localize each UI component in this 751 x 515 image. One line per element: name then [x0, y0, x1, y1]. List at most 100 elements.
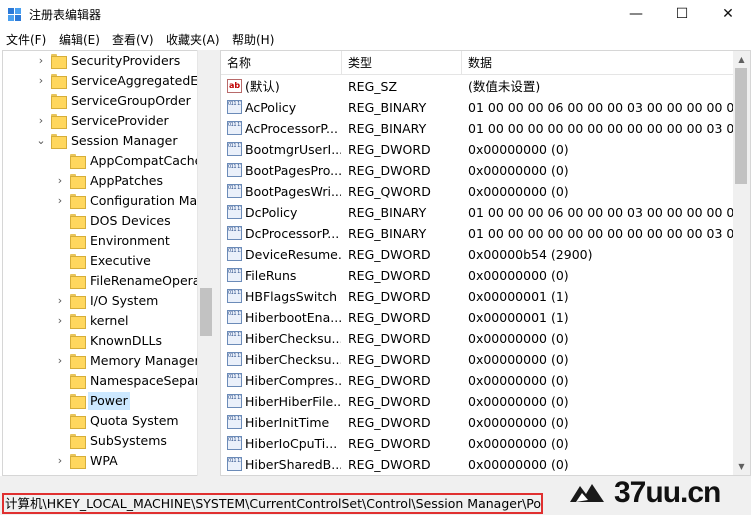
value-name[interactable]: DcProcessorP...: [245, 223, 341, 244]
expand-chevron-icon[interactable]: ›: [54, 174, 66, 188]
tree-item-label[interactable]: ServiceProvider: [69, 112, 171, 130]
tree-item-label[interactable]: DOS Devices: [88, 212, 173, 230]
maximize-button[interactable]: ☐: [659, 0, 705, 28]
value-row[interactable]: 011 110HiberSharedB... REG_DWORD 0x0000000…: [221, 454, 733, 475]
tree-scroll-thumb[interactable]: [200, 288, 212, 336]
value-name[interactable]: DeviceResume...: [245, 244, 341, 265]
scroll-down-arrow-icon[interactable]: ▼: [733, 458, 750, 475]
tree-item-label[interactable]: Environment: [88, 232, 172, 250]
tree-item[interactable]: AppCompatCache: [3, 151, 198, 171]
expand-chevron-icon[interactable]: ›: [54, 354, 66, 368]
value-row[interactable]: 011 110FileRuns REG_DWORD 0x00000000 (0): [221, 265, 733, 286]
tree-item[interactable]: KnownDLLs: [3, 331, 198, 351]
registry-values-list[interactable]: 名称 类型 数据 ab(默认)REG_SZ(数值未设置)011 110AcPol…: [220, 50, 751, 476]
tree-item-label[interactable]: NamespaceSepara: [88, 372, 198, 390]
value-row[interactable]: 011 110HiberHiberFile... REG_DWORD 0x00000…: [221, 391, 733, 412]
tree-item[interactable]: ServiceGroupOrder: [3, 91, 198, 111]
value-name[interactable]: HBFlagsSwitch: [245, 286, 341, 307]
tree-item[interactable]: ⌄ Session Manager: [3, 131, 198, 151]
tree-item-label[interactable]: Quota System: [88, 412, 181, 430]
menu-favorites[interactable]: 收藏夹(A): [166, 31, 220, 48]
tree-item[interactable]: Environment: [3, 231, 198, 251]
tree-item-label[interactable]: Memory Manager: [88, 352, 198, 370]
expand-chevron-icon[interactable]: ›: [35, 114, 47, 128]
value-name[interactable]: HiberSharedB...: [245, 454, 341, 475]
value-row[interactable]: 011 110BootmgrUserI... REG_DWORD 0x0000000…: [221, 139, 733, 160]
value-name[interactable]: FileRuns: [245, 265, 341, 286]
tree-item[interactable]: › Memory Manager: [3, 351, 198, 371]
value-row[interactable]: 011 110AcProcessorP... REG_BINARY 01 00 00…: [221, 118, 733, 139]
value-name[interactable]: HiberHiberFile...: [245, 391, 341, 412]
tree-item-label[interactable]: Power: [88, 392, 130, 410]
value-row[interactable]: 011 110HiberbootEna... REG_DWORD 0x0000000…: [221, 307, 733, 328]
value-name[interactable]: HiberInitTime: [245, 412, 341, 433]
tree-item-label[interactable]: AppCompatCache: [88, 152, 198, 170]
value-name[interactable]: DcPolicy: [245, 202, 341, 223]
value-name[interactable]: BootPagesPro...: [245, 160, 341, 181]
registry-key-tree[interactable]: › SecurityProviders › ServiceAggregatedEv Se…: [2, 50, 214, 476]
tree-item[interactable]: Power: [3, 391, 198, 411]
tree-item[interactable]: › WPA: [3, 451, 198, 471]
tree-item[interactable]: Executive: [3, 251, 198, 271]
column-type-header[interactable]: 类型: [342, 51, 462, 75]
tree-item-label[interactable]: WPA: [88, 452, 120, 470]
expand-chevron-icon[interactable]: ›: [54, 314, 66, 328]
tree-vertical-scrollbar[interactable]: [197, 50, 214, 476]
value-row[interactable]: ab (默认) REG_SZ (数值未设置): [221, 76, 733, 97]
value-name[interactable]: HiberIoCpuTi...: [245, 433, 341, 454]
menu-help[interactable]: 帮助(H): [232, 31, 274, 48]
expand-chevron-icon[interactable]: ›: [35, 74, 47, 88]
value-row[interactable]: 011 110HiberChecksu... REG_DWORD 0x0000000…: [221, 349, 733, 370]
value-row[interactable]: 011 110HiberChecksu... REG_DWORD 0x0000000…: [221, 328, 733, 349]
value-row[interactable]: 011 110AcPolicy REG_BINARY 01 00 00 00 06 …: [221, 97, 733, 118]
scroll-up-arrow-icon[interactable]: ▲: [733, 51, 750, 68]
menu-file[interactable]: 文件(F): [6, 31, 46, 48]
tree-item[interactable]: SubSystems: [3, 431, 198, 451]
tree-item[interactable]: › ServiceProvider: [3, 111, 198, 131]
value-row[interactable]: 011 110BootPagesWri... REG_QWORD 0x0000000…: [221, 181, 733, 202]
expand-chevron-icon[interactable]: ›: [54, 194, 66, 208]
minimize-button[interactable]: —: [613, 0, 659, 28]
value-name[interactable]: HiberCompres...: [245, 370, 341, 391]
column-data-header[interactable]: 数据: [462, 51, 733, 75]
tree-item[interactable]: NamespaceSepara: [3, 371, 198, 391]
tree-item-label[interactable]: SubSystems: [88, 432, 169, 450]
value-name[interactable]: HiberChecksu...: [245, 328, 341, 349]
value-row[interactable]: 011 110HiberCompres... REG_DWORD 0x0000000…: [221, 370, 733, 391]
tree-item-label[interactable]: Session Manager: [69, 132, 179, 150]
tree-item[interactable]: › kernel: [3, 311, 198, 331]
value-row[interactable]: 011 110HiberInitTime REG_DWORD 0x00000000 …: [221, 412, 733, 433]
value-row[interactable]: 011 110BootPagesPro... REG_DWORD 0x0000000…: [221, 160, 733, 181]
menu-edit[interactable]: 编辑(E): [59, 31, 100, 48]
close-button[interactable]: ✕: [705, 0, 751, 28]
value-row[interactable]: 011 110DcProcessorP... REG_BINARY 01 00 00…: [221, 223, 733, 244]
tree-item[interactable]: FileRenameOperat: [3, 271, 198, 291]
tree-item-label[interactable]: kernel: [88, 312, 131, 330]
menu-view[interactable]: 查看(V): [112, 31, 154, 48]
list-scroll-thumb[interactable]: [735, 68, 747, 184]
expand-chevron-icon[interactable]: ›: [54, 294, 66, 308]
value-name[interactable]: (默认): [245, 76, 341, 97]
tree-item[interactable]: › SecurityProviders: [3, 51, 198, 71]
value-name[interactable]: BootPagesWri...: [245, 181, 341, 202]
value-name[interactable]: HiberbootEna...: [245, 307, 341, 328]
tree-item[interactable]: › ServiceAggregatedEv: [3, 71, 198, 91]
list-vertical-scrollbar[interactable]: ▲ ▼: [733, 51, 750, 475]
expand-chevron-icon[interactable]: ›: [54, 454, 66, 468]
tree-item-label[interactable]: Executive: [88, 252, 153, 270]
value-row[interactable]: 011 110HBFlagsSwitch REG_DWORD 0x00000001 …: [221, 286, 733, 307]
value-name[interactable]: HiberChecksu...: [245, 349, 341, 370]
expand-chevron-icon[interactable]: ›: [35, 54, 47, 68]
tree-item[interactable]: › AppPatches: [3, 171, 198, 191]
tree-item[interactable]: Quota System: [3, 411, 198, 431]
collapse-chevron-icon[interactable]: ⌄: [35, 134, 47, 148]
tree-item[interactable]: › Configuration Mar: [3, 191, 198, 211]
column-name-header[interactable]: 名称: [221, 51, 342, 75]
tree-item-label[interactable]: FileRenameOperat: [88, 272, 198, 290]
value-name[interactable]: AcProcessorP...: [245, 118, 341, 139]
tree-item-label[interactable]: SecurityProviders: [69, 52, 182, 70]
value-row[interactable]: 011 110DeviceResume... REG_DWORD 0x00000b5…: [221, 244, 733, 265]
value-row[interactable]: 011 110HiberIoCpuTi... REG_DWORD 0x0000000…: [221, 433, 733, 454]
tree-item-label[interactable]: Configuration Mar: [88, 192, 198, 210]
tree-item-label[interactable]: KnownDLLs: [88, 332, 164, 350]
